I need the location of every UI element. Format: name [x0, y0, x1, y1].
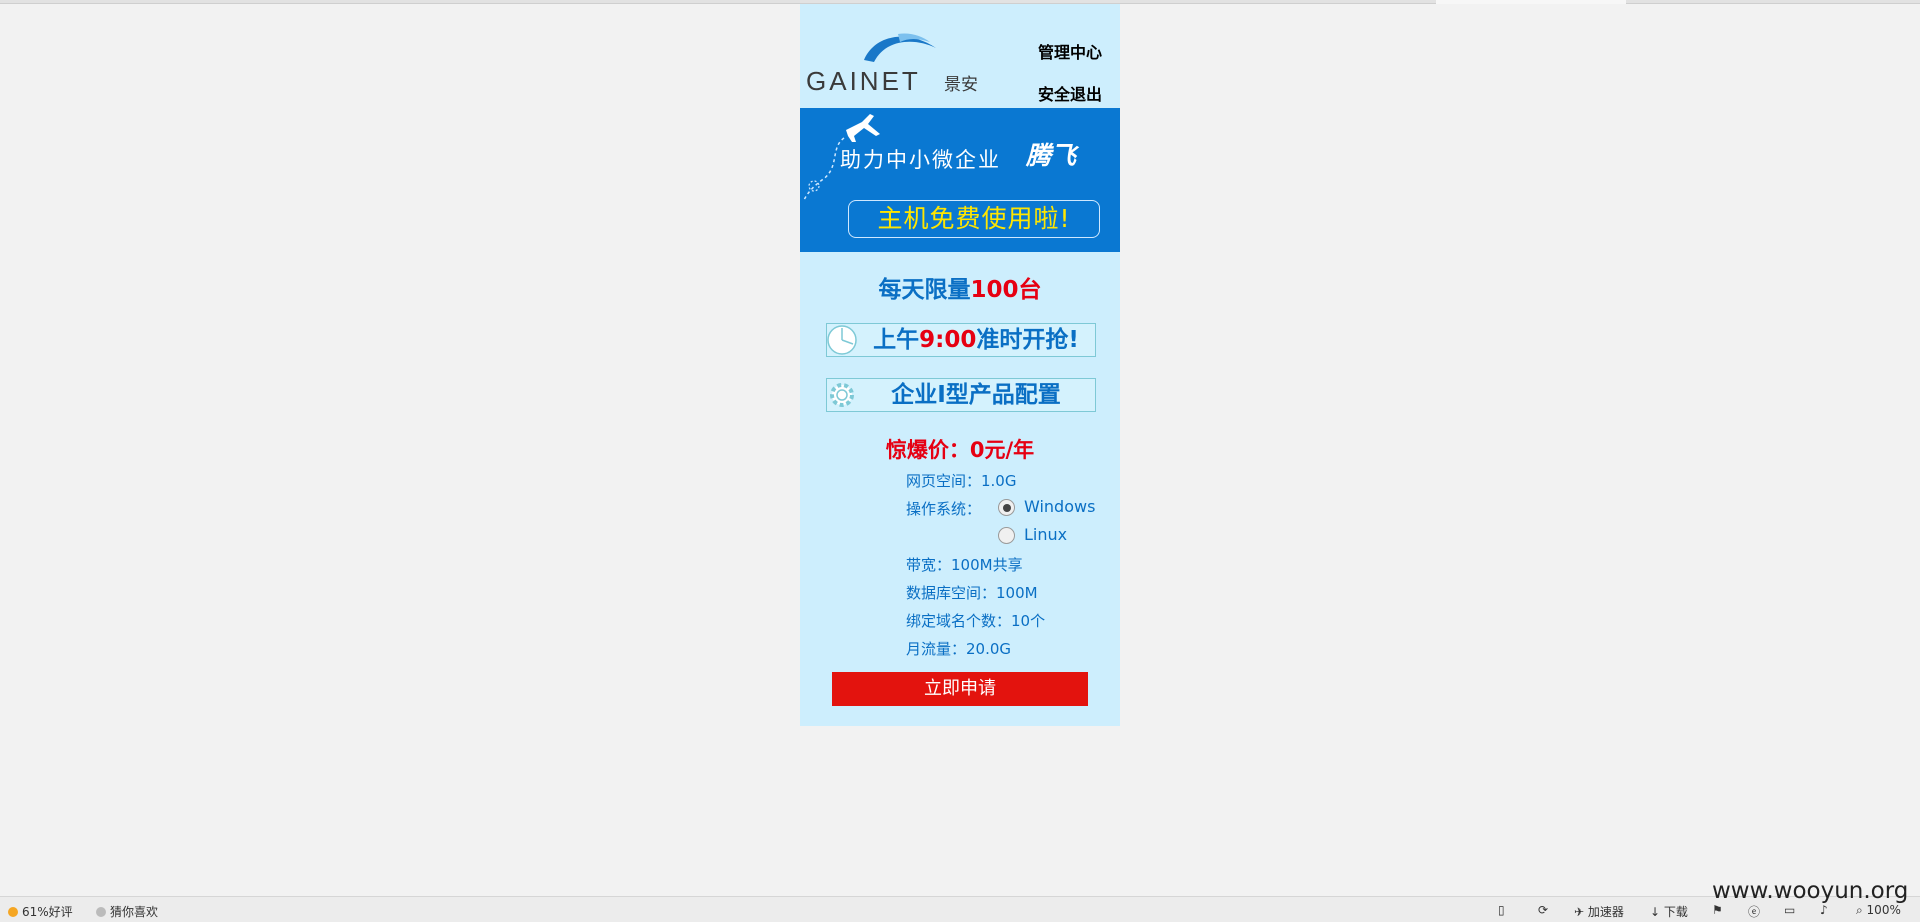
banner-slogan: 助力中小微企业 — [840, 148, 1001, 172]
time-prefix: 上午 — [873, 327, 920, 353]
ie-icon[interactable]: ⓔ — [1748, 903, 1760, 920]
download-item[interactable]: ↓ 下载 — [1650, 903, 1688, 920]
spec-db-space: 数据库空间：100M — [906, 584, 1038, 602]
download-text: 下载 — [1663, 905, 1688, 919]
start-time-box: 上午9:00准时开抢! — [826, 323, 1096, 357]
linux-radio[interactable] — [998, 527, 1015, 544]
active-browser-tab[interactable] — [1436, 0, 1626, 4]
recommend-text: 猜你喜欢 — [110, 905, 159, 919]
logo-arc-icon — [864, 33, 936, 62]
clock-icon — [827, 325, 857, 355]
spec-web-space: 网页空间：1.0G — [906, 472, 1017, 490]
rating-icon — [8, 907, 18, 917]
zoom-text: 100% — [1866, 903, 1901, 917]
windows-radio[interactable] — [998, 499, 1015, 516]
logout-link[interactable]: 安全退出 — [1038, 81, 1102, 105]
phone-icon[interactable]: ▯ — [1498, 903, 1505, 917]
spec-bandwidth: 带宽：100M共享 — [906, 556, 1023, 574]
logo-cn-text: 景安 — [944, 75, 978, 95]
promo-banner: 助力中小微企业 腾飞 主机免费使用啦! — [800, 108, 1120, 252]
banner-slogan-emphasis: 腾飞 — [1026, 141, 1077, 170]
start-time: 9:00 — [919, 327, 977, 353]
product-title: 企业I型产品配置 — [891, 382, 1061, 408]
promo-panel: GAINET 景安 管理中心 安全退出 助力中小微企业 腾飞 主机免费使用啦! … — [800, 4, 1120, 726]
window-icon[interactable]: ▭ — [1784, 903, 1795, 917]
recommend-icon — [96, 907, 106, 917]
page-header: GAINET 景安 管理中心 安全退出 — [800, 4, 1120, 108]
volume-icon[interactable]: ♪ — [1820, 903, 1828, 917]
limit-prefix: 每天限量 — [878, 277, 971, 303]
rating-text: 61%好评 — [22, 905, 73, 919]
recommend-item[interactable]: 猜你喜欢 — [96, 903, 158, 920]
spec-traffic: 月流量：20.0G — [906, 640, 1012, 658]
browser-status-bar: 61%好评 猜你喜欢 ▯ ⟳ ✈ 加速器 ↓ 下载 ⚑ ⓔ ▭ ♪ ⌕ 100% — [0, 896, 1920, 922]
daily-limit-text: 每天限量100台 — [800, 270, 1120, 304]
gainet-logo: GAINET 景安 — [804, 30, 994, 96]
windows-label[interactable]: Windows — [1024, 497, 1095, 516]
free-host-bubble: 主机免费使用啦! — [848, 200, 1100, 238]
gear-icon — [830, 383, 854, 407]
flag-icon[interactable]: ⚑ — [1712, 903, 1723, 917]
time-suffix: 准时开抢! — [976, 327, 1079, 353]
watermark-text: www.wooyun.org — [1712, 878, 1909, 904]
spec-domains: 绑定域名个数：10个 — [906, 612, 1046, 630]
rating-item[interactable]: 61%好评 — [8, 903, 73, 920]
spec-os-label: 操作系统： — [906, 500, 982, 518]
price-text: 惊爆价：0元/年 — [885, 438, 1035, 462]
refresh-icon[interactable]: ⟳ — [1538, 903, 1548, 917]
accelerator-item[interactable]: ✈ 加速器 — [1574, 903, 1624, 920]
product-config-box: 企业I型产品配置 — [826, 378, 1096, 412]
apply-now-button[interactable]: 立即申请 — [832, 672, 1088, 706]
accelerator-text: 加速器 — [1587, 905, 1624, 919]
zoom-item[interactable]: ⌕ 100% — [1856, 903, 1901, 918]
limit-count: 100台 — [970, 277, 1042, 303]
admin-center-link[interactable]: 管理中心 — [1038, 39, 1102, 63]
linux-label[interactable]: Linux — [1024, 525, 1067, 544]
logo-text: GAINET — [806, 66, 921, 96]
